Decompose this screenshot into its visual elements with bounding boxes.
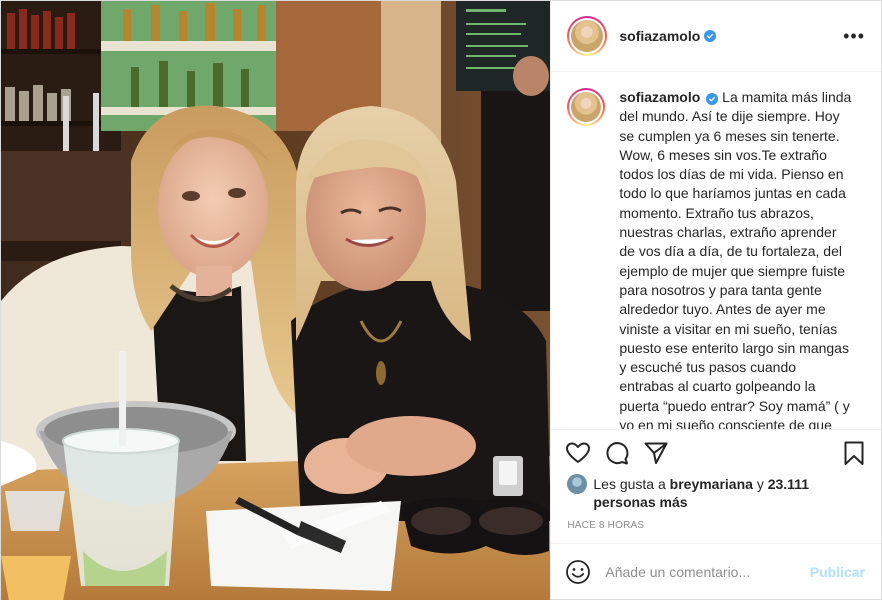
caption-verified-badge-icon [706,93,719,105]
comments-section: sofiazamolo La mamita más linda del mund… [551,72,881,429]
verified-badge-icon [704,30,717,42]
heart-icon[interactable] [565,440,591,466]
author-avatar-inner [569,18,606,54]
comment-icon[interactable] [604,440,630,466]
author-avatar[interactable] [567,16,608,56]
add-comment-form: Publicar [551,543,881,599]
post-side-panel: sofiazamolo ••• sofiazamolo La mamita má… [550,1,881,599]
liker-username[interactable]: breymariana [670,476,753,492]
publish-button[interactable]: Publicar [810,564,865,580]
caption-avatar-image [571,92,602,122]
caption-text: La mamita más linda del mundo. Así te di… [619,89,852,429]
post-photo-illustration [1,1,551,600]
bookmark-icon[interactable] [841,440,867,466]
share-icon[interactable] [643,440,669,466]
caption-avatar-inner [569,90,604,124]
caption-avatar[interactable] [567,88,606,126]
post-photo[interactable] [1,1,551,600]
liker-avatar[interactable] [567,474,588,494]
header-username[interactable]: sofiazamolo [619,28,700,44]
likes-summary: Les gusta a breymariana y 23.111 persona… [551,474,881,515]
likes-text: Les gusta a breymariana y 23.111 persona… [593,475,865,511]
emoji-icon[interactable] [565,559,591,585]
likes-prefix: Les gusta a [593,476,666,492]
post-header: sofiazamolo ••• [551,1,881,72]
action-bar [551,429,881,475]
likes-connector: y [756,476,764,492]
more-options-icon[interactable]: ••• [843,27,865,45]
caption-username[interactable]: sofiazamolo [619,89,700,105]
instagram-post: sofiazamolo ••• sofiazamolo La mamita má… [0,0,882,600]
post-timestamp[interactable]: HACE 8 HORAS [551,517,881,543]
author-avatar-image [571,20,604,52]
comment-input[interactable] [605,563,810,580]
post-caption: sofiazamolo La mamita más linda del mund… [619,88,851,429]
